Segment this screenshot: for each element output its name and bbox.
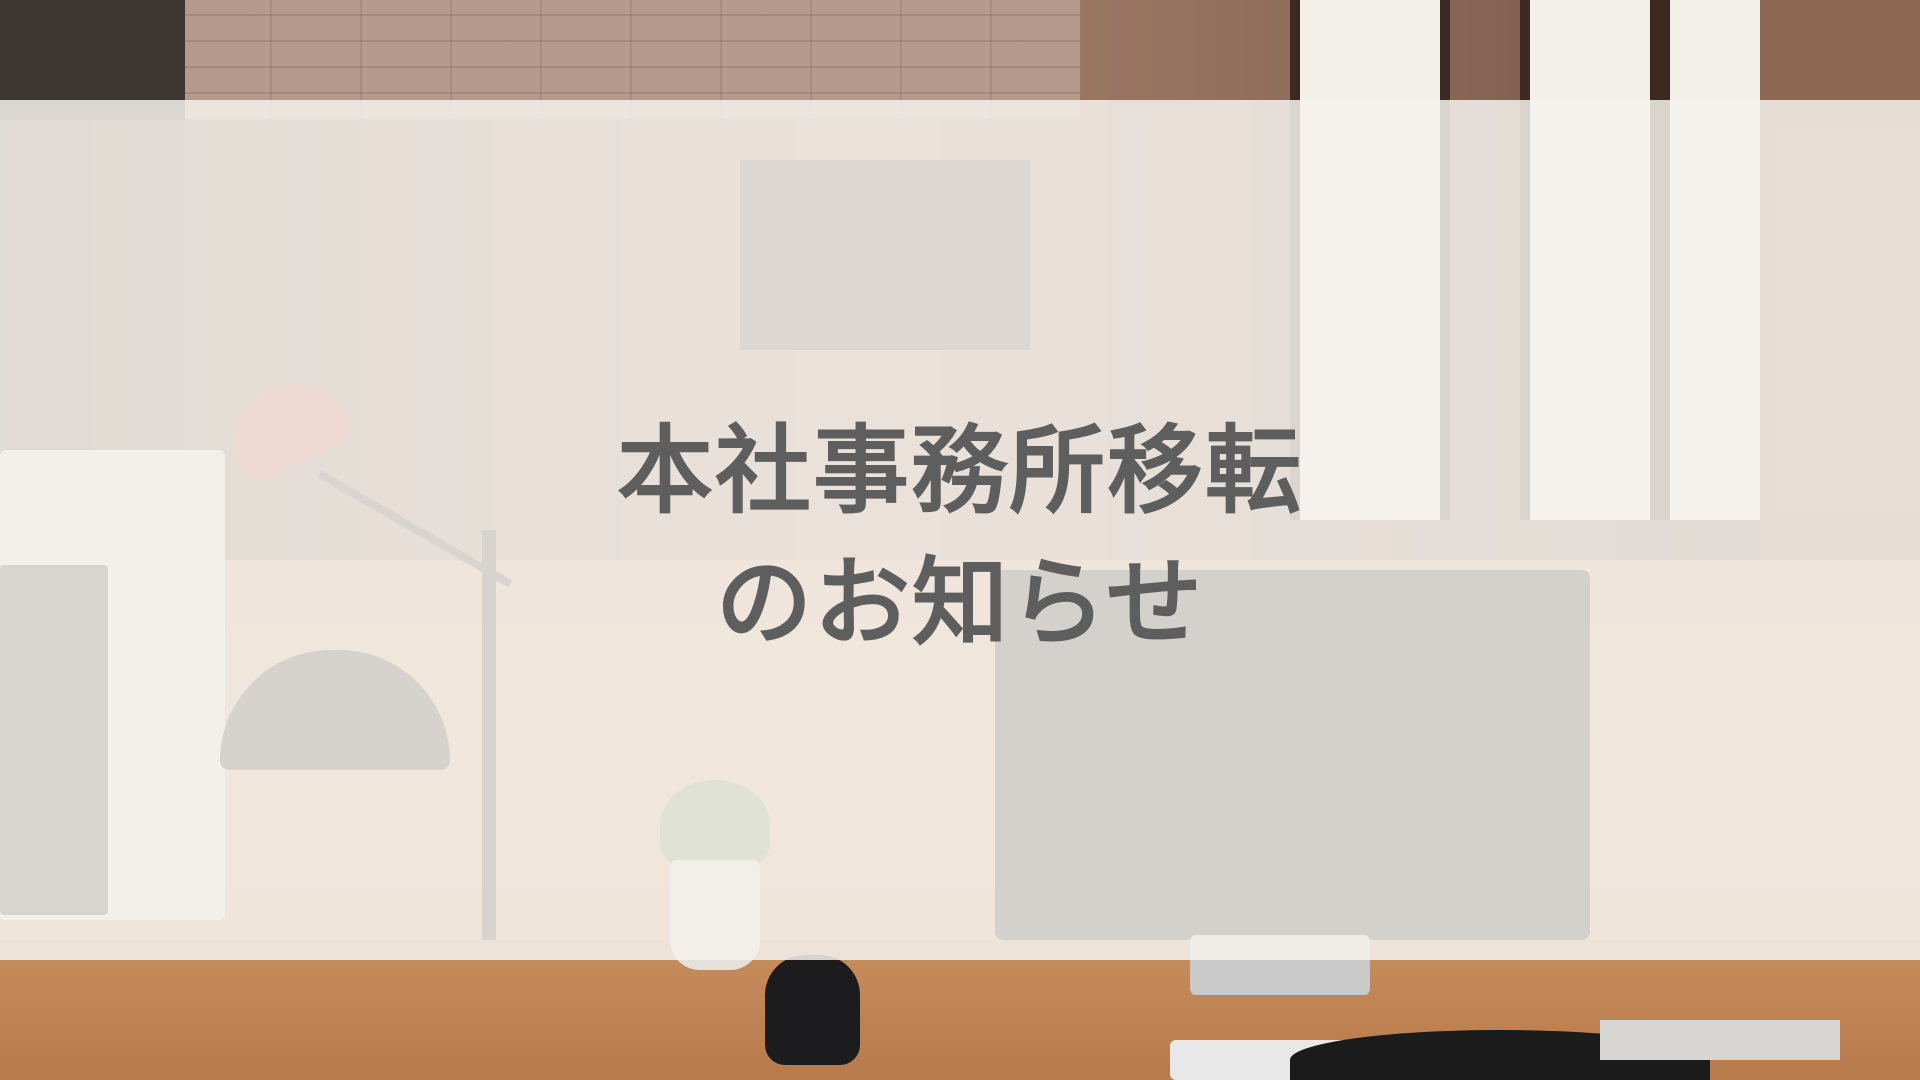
announcement-banner: 本社事務所移転 のお知らせ [0, 0, 1920, 1080]
headline: 本社事務所移転 のお知らせ [0, 405, 1920, 669]
lucky-cat-figure [765, 955, 860, 1065]
headline-line-2: のお知らせ [715, 547, 1205, 659]
paper-pad [1600, 1020, 1840, 1060]
headline-line-1: 本社事務所移転 [617, 415, 1303, 527]
